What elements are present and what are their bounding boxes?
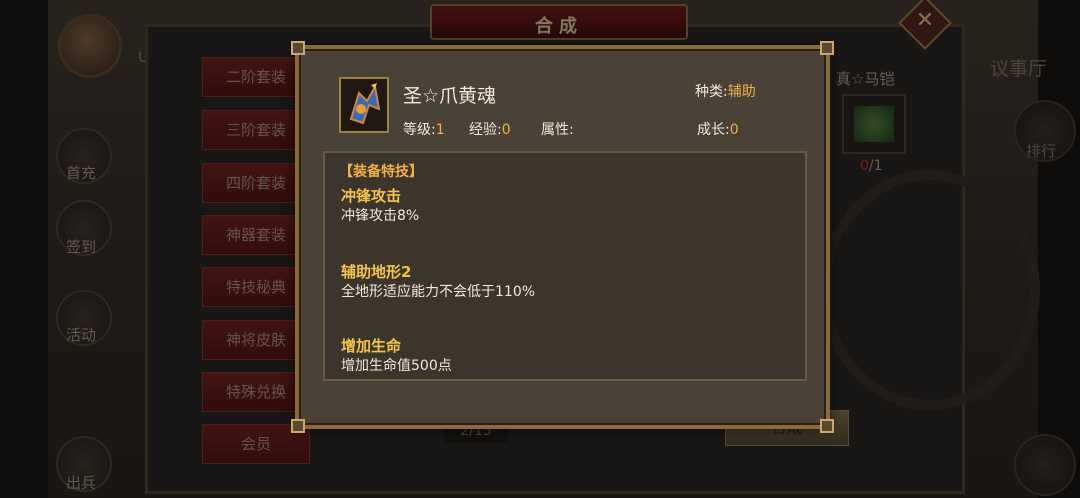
menu-item-skins[interactable]: 神将皮肤: [202, 320, 310, 360]
equipment-kind: 种类:辅助: [695, 81, 756, 101]
skill-desc: 全地形适应能力不会低于110%: [341, 284, 536, 300]
count-have: 0: [860, 158, 869, 174]
level-stat: 等级:1: [403, 119, 445, 139]
equipment-detail-popup: 圣☆爪黄魂 种类:辅助 等级:1 经验:0 属性: 成长:0 【装备特技】 冲锋…: [291, 41, 834, 433]
target-item-name: 真☆马铠: [836, 70, 895, 88]
skills-header: 【装备特技】: [339, 164, 423, 180]
exp-value: 0: [501, 122, 511, 138]
attr-stat: 属性:: [541, 119, 574, 139]
decorative-ring: [820, 170, 1040, 410]
council-hall-label[interactable]: 议事厅: [990, 54, 1047, 81]
left-bar: [0, 0, 48, 498]
window-title-bar: 合成: [430, 4, 688, 40]
growth-value: 0: [729, 122, 739, 138]
level-value: 1: [435, 122, 445, 138]
growth-label: 成长:: [697, 122, 730, 138]
equipment-skills-panel: 【装备特技】 冲锋攻击 冲锋攻击8% 辅助地形2 全地形适应能力不会低于110%…: [323, 151, 807, 381]
ranking-label: 排行: [1026, 142, 1057, 160]
armor-icon: [854, 106, 894, 142]
corner-ornament: [820, 41, 834, 55]
close-icon: ✕: [915, 8, 935, 33]
skill-name: 辅助地形2: [341, 263, 412, 281]
menu-item-exchange[interactable]: 特殊兑换: [202, 372, 310, 412]
exp-stat: 经验:0: [469, 119, 511, 139]
attr-label: 属性:: [541, 122, 574, 138]
menu-item-skill-book[interactable]: 特技秘典: [202, 267, 310, 307]
menu-item-tier3[interactable]: 三阶套装: [202, 110, 310, 150]
window-title: 合成: [535, 16, 583, 37]
exp-label: 经验:: [469, 122, 502, 138]
kind-label: 种类:: [695, 84, 728, 100]
corner-ornament: [291, 41, 305, 55]
equipment-name: 圣☆爪黄魂: [403, 85, 497, 107]
deploy-label: 出兵: [66, 474, 97, 492]
avatar[interactable]: [58, 14, 122, 78]
corner-ornament: [820, 419, 834, 433]
growth-stat: 成长:0: [697, 119, 739, 139]
skill-name: 增加生命: [341, 337, 402, 355]
count-need: /1: [868, 158, 883, 174]
activity-label: 活动: [66, 326, 97, 344]
target-item-slot[interactable]: [842, 94, 906, 154]
menu-item-tier2[interactable]: 二阶套装: [202, 57, 310, 97]
target-item-count: 0/1: [860, 158, 883, 174]
kind-value: 辅助: [727, 84, 756, 100]
skill-name: 冲锋攻击: [341, 187, 402, 205]
menu-item-artifact[interactable]: 神器套装: [202, 215, 310, 255]
corner-ornament: [291, 419, 305, 433]
more-menu-icon[interactable]: [1014, 434, 1076, 496]
equipment-icon: [339, 77, 389, 133]
level-label: 等级:: [403, 122, 436, 138]
skill-desc: 增加生命值500点: [341, 358, 452, 374]
menu-item-tier4[interactable]: 四阶套装: [202, 163, 310, 203]
skill-desc: 冲锋攻击8%: [341, 208, 420, 224]
first-charge-label: 首充: [66, 164, 97, 182]
sign-in-label: 签到: [66, 238, 97, 256]
